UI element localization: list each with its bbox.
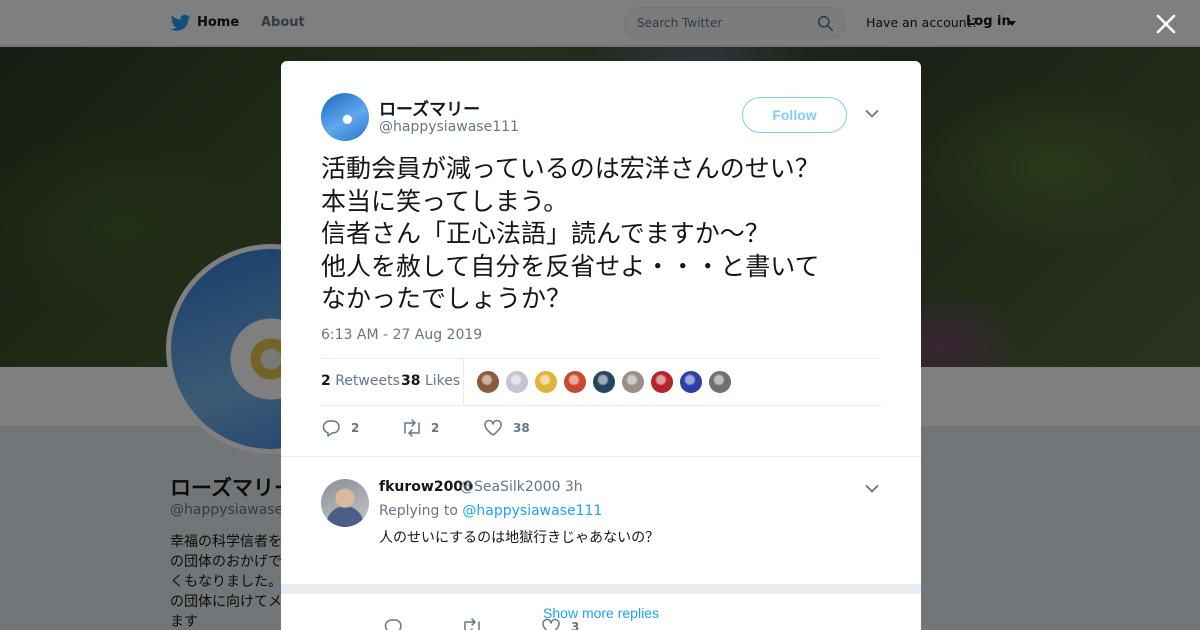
retweet-count: 2 [321, 373, 331, 389]
divider [281, 456, 921, 457]
stats-divider [463, 359, 464, 405]
reply-author-name[interactable]: fkurow2000 [379, 479, 473, 495]
reply-like-count: 3 [571, 620, 580, 630]
section-divider [281, 584, 921, 594]
tweet-author-avatar[interactable] [321, 93, 369, 141]
liker-avatar-1[interactable] [476, 370, 500, 394]
retweet-count-link[interactable]: 2 Retweets [321, 373, 400, 389]
liker-avatar-5[interactable] [592, 370, 616, 394]
liker-avatar-9[interactable] [708, 370, 732, 394]
tweet-text-line: 活動会員が減っているのは宏洋さんのせい？ [321, 154, 820, 183]
tweet-timestamp[interactable]: 6:13 AM - 27 Aug 2019 [321, 327, 482, 343]
reply-text: 人のせいにするのは地獄行きじゃあないの？ [379, 530, 660, 546]
tweet-text-line: 本当に笑ってしまう。 [321, 186, 569, 216]
tweet-action-bar: 2 2 38 [321, 417, 881, 439]
reply-author-handle[interactable]: @SeaSilk2000 [460, 479, 560, 495]
replying-to: Replying to @happysiawase111 [379, 503, 602, 519]
like-count: 38 [401, 373, 421, 389]
likes-label: Likes [424, 373, 461, 389]
liker-avatar-8[interactable] [679, 370, 703, 394]
replying-to-link[interactable]: @happysiawase111 [462, 503, 602, 519]
tweet-modal: ローズマリー @happysiawase111 Follow 活動会員が減ってい… [281, 61, 921, 630]
tweet-text-line: 信者さん「正心法語」読んでますか～？ [321, 219, 770, 248]
replying-to-prefix: Replying to [379, 503, 458, 519]
reply-count: 2 [351, 421, 360, 435]
like-action-count: 38 [513, 421, 530, 435]
chevron-down-icon[interactable] [865, 109, 879, 119]
retweet-icon [404, 419, 420, 437]
follow-button[interactable]: Follow [742, 97, 847, 133]
liker-avatar-3[interactable] [534, 370, 558, 394]
reply-tweet[interactable]: fkurow2000 @SeaSilk2000 · 3h Replying to… [281, 466, 921, 630]
chevron-down-icon[interactable] [865, 484, 879, 494]
retweet-action-count: 2 [431, 421, 440, 435]
close-icon[interactable] [1155, 13, 1177, 35]
tweet-stats: 2 Retweets 38 Likes [321, 358, 881, 406]
reply-icon [322, 420, 340, 437]
like-count-link[interactable]: 38 Likes [401, 373, 460, 389]
heart-icon [484, 419, 502, 436]
tweet-text-line: なかったでしょうか？ [321, 284, 572, 313]
tweet-author-name[interactable]: ローズマリー [379, 95, 480, 120]
liker-avatar-7[interactable] [650, 370, 674, 394]
tweet-author-handle[interactable]: @happysiawase111 [379, 119, 519, 135]
tweet-text: 活動会員が減っているのは宏洋さんのせい？ 本当に笑ってしまう。 信者さん「正心法… [321, 153, 891, 316]
reply-timestamp[interactable]: · 3h [556, 479, 583, 495]
liker-avatar-6[interactable] [621, 370, 645, 394]
show-more-replies-link[interactable]: Show more replies [281, 605, 921, 621]
retweets-label: Retweets [335, 373, 400, 389]
reply-author-avatar[interactable] [321, 479, 369, 527]
liker-avatar-2[interactable] [505, 370, 529, 394]
liker-avatar-4[interactable] [563, 370, 587, 394]
tweet-text-line: 他人を赦して自分を反省せよ・・・と書いて [321, 251, 820, 281]
